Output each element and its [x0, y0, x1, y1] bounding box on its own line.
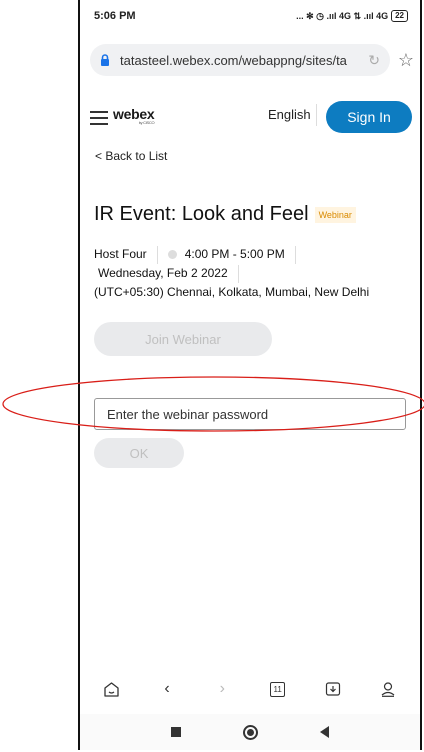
event-info: Host Four 4:00 PM - 5:00 PM Wednesday, F… [94, 245, 369, 302]
forward-icon[interactable]: › [211, 678, 233, 700]
phone-screen: 5:06 PM ... ✻ ◷ .ııl 4G ⇅ .ııl 4G 22 tat… [78, 0, 422, 750]
event-host: Host Four [94, 247, 147, 261]
webinar-password-input[interactable] [94, 398, 406, 430]
recents-icon[interactable] [171, 727, 181, 737]
browser-address-row: tatasteel.webex.com/webappng/sites/ta ↻ … [80, 40, 420, 80]
header-divider [316, 104, 317, 126]
address-bar[interactable]: tatasteel.webex.com/webappng/sites/ta ↻ [90, 44, 390, 76]
tab-count: 11 [270, 681, 286, 697]
browser-toolbar: ‹ › 11 [80, 672, 420, 706]
status-bar: 5:06 PM ... ✻ ◷ .ııl 4G ⇅ .ııl 4G 22 [80, 0, 420, 32]
reload-icon[interactable]: ↻ [368, 52, 380, 69]
hamburger-menu-icon[interactable] [90, 111, 108, 125]
site-header: webex by CISCO English Sign In [80, 96, 420, 136]
event-timezone: (UTC+05:30) Chennai, Kolkata, Mumbai, Ne… [94, 285, 370, 299]
lock-icon [101, 54, 109, 66]
join-webinar-button[interactable]: Join Webinar [94, 322, 272, 356]
profile-icon[interactable] [377, 678, 399, 700]
ok-button[interactable]: OK [94, 438, 184, 468]
event-title: IR Event: Look and Feel [94, 203, 309, 225]
webex-logo[interactable]: webex by CISCO [113, 106, 155, 125]
battery-icon: 22 [391, 10, 408, 22]
android-nav-bar [80, 714, 420, 750]
tabs-icon[interactable]: 11 [267, 678, 289, 700]
event-title-row: IR Event: Look and Feel Webinar [94, 203, 356, 226]
download-icon[interactable] [322, 678, 344, 700]
status-indicators: ... ✻ ◷ .ııl 4G ⇅ .ııl 4G 22 [296, 10, 408, 22]
signal-icons: ... ✻ ◷ .ııl 4G ⇅ .ııl 4G [296, 10, 389, 21]
event-time: 4:00 PM - 5:00 PM [184, 247, 285, 261]
status-time: 5:06 PM [94, 10, 136, 22]
home-icon[interactable] [101, 678, 123, 700]
home-button-icon[interactable] [243, 724, 258, 740]
language-selector[interactable]: English [268, 107, 311, 122]
url-text: tatasteel.webex.com/webappng/sites/ta [120, 52, 347, 68]
sign-in-button[interactable]: Sign In [326, 101, 412, 133]
back-nav-icon[interactable] [320, 726, 329, 738]
back-to-list-link[interactable]: < Back to List [95, 149, 167, 163]
back-icon[interactable]: ‹ [156, 678, 178, 700]
status-dot-icon [167, 250, 177, 259]
webinar-badge: Webinar [314, 206, 356, 223]
star-icon[interactable]: ☆ [398, 50, 414, 71]
event-date: Wednesday, Feb 2 2022 [98, 266, 228, 280]
